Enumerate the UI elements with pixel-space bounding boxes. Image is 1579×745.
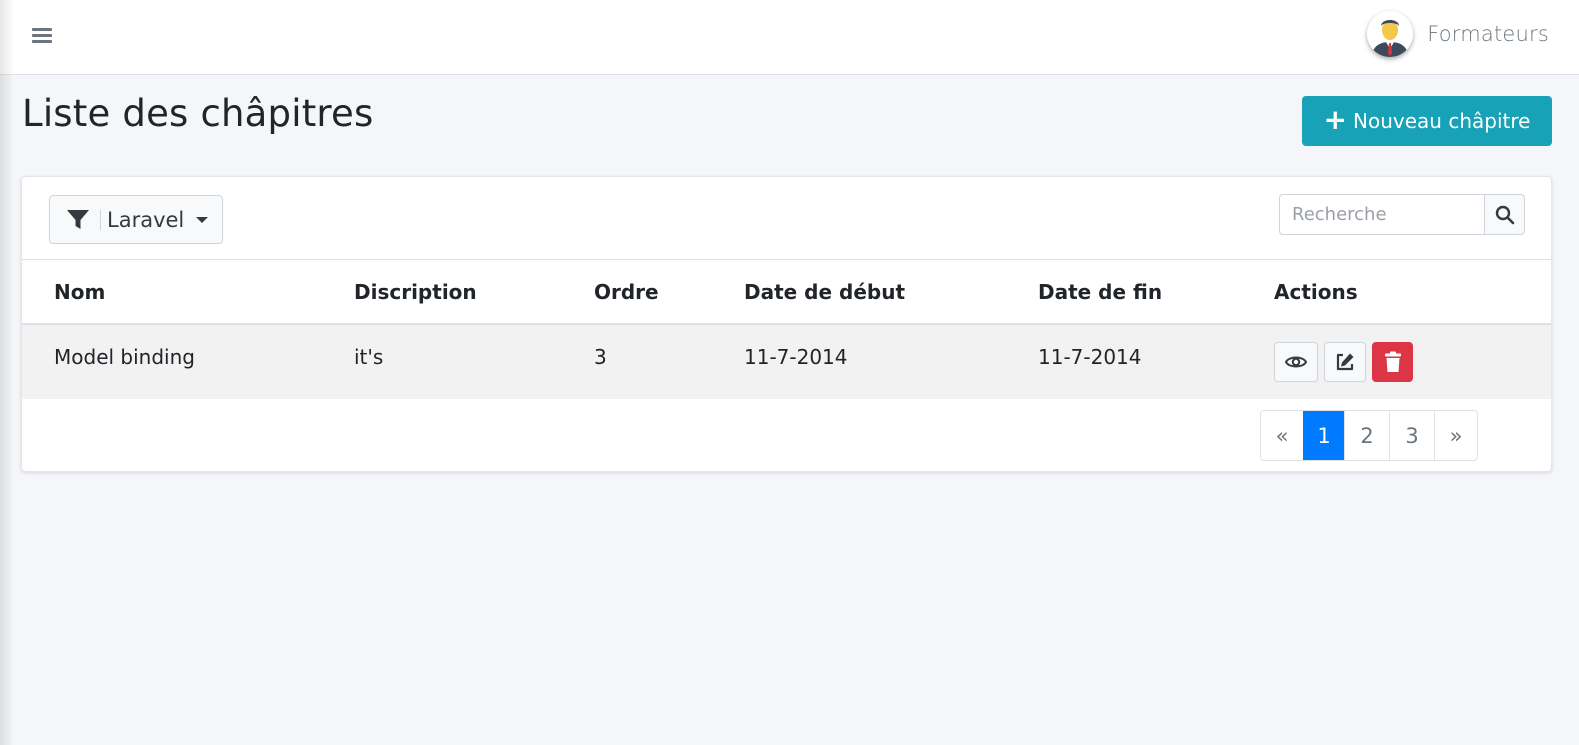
- new-chapter-button[interactable]: + Nouveau châpitre: [1302, 96, 1552, 146]
- trash-icon: [1384, 351, 1401, 372]
- new-chapter-button-label: Nouveau châpitre: [1353, 109, 1531, 133]
- column-header-nom: Nom: [54, 280, 106, 304]
- user-name: Formateurs: [1427, 22, 1549, 46]
- page: Formateurs Liste des châpitres + Nouveau…: [0, 0, 1579, 745]
- chapters-table: Nom Discription Ordre Date de début Date…: [22, 259, 1551, 399]
- top-navbar: Formateurs: [0, 0, 1579, 75]
- sidebar-edge-shadow: [0, 0, 14, 745]
- table-row: Model binding it's 3 11-7-2014 11-7-2014: [22, 325, 1551, 399]
- edit-icon: [1336, 353, 1354, 371]
- funnel-icon: [67, 209, 89, 229]
- user-menu[interactable]: Formateurs: [1367, 9, 1549, 59]
- filter-dropdown[interactable]: Laravel: [49, 195, 223, 244]
- delete-button[interactable]: [1372, 342, 1413, 382]
- pagination-next[interactable]: »: [1434, 411, 1477, 460]
- pagination-page-1[interactable]: 1: [1303, 411, 1344, 460]
- cell-ordre: 3: [594, 345, 607, 369]
- search-group: [1279, 194, 1525, 235]
- cell-nom: Model binding: [54, 345, 195, 369]
- column-header-actions: Actions: [1274, 280, 1358, 304]
- pagination-page-3[interactable]: 3: [1389, 411, 1434, 460]
- avatar: [1367, 11, 1414, 57]
- pagination-page-2[interactable]: 2: [1344, 411, 1389, 460]
- user-avatar-icon: [1367, 11, 1414, 57]
- column-header-date-debut: Date de début: [744, 280, 906, 304]
- cell-date-debut: 11-7-2014: [744, 345, 848, 369]
- plus-icon: +: [1323, 103, 1348, 136]
- search-icon: [1495, 205, 1514, 224]
- page-title: Liste des châpitres: [22, 92, 374, 135]
- table-header: Nom Discription Ordre Date de début Date…: [22, 259, 1551, 325]
- chapters-card: Laravel Nom Discription Ordre Date de dé…: [21, 176, 1552, 472]
- hamburger-icon[interactable]: [31, 25, 53, 45]
- column-header-ordre: Ordre: [594, 280, 659, 304]
- cell-discription: it's: [354, 345, 384, 369]
- search-button[interactable]: [1484, 194, 1525, 235]
- filter-value: Laravel: [107, 207, 185, 232]
- column-header-date-fin: Date de fin: [1038, 280, 1163, 304]
- edit-button[interactable]: [1324, 342, 1366, 382]
- eye-icon: [1285, 356, 1307, 368]
- pagination-prev[interactable]: «: [1261, 411, 1303, 460]
- filter-separator: [100, 209, 101, 230]
- cell-date-fin: 11-7-2014: [1038, 345, 1142, 369]
- column-header-discription: Discription: [354, 280, 477, 304]
- chevron-down-icon: [196, 216, 209, 223]
- view-button[interactable]: [1274, 342, 1318, 382]
- pagination: « 1 2 3 »: [1260, 410, 1478, 461]
- search-input[interactable]: [1279, 194, 1484, 235]
